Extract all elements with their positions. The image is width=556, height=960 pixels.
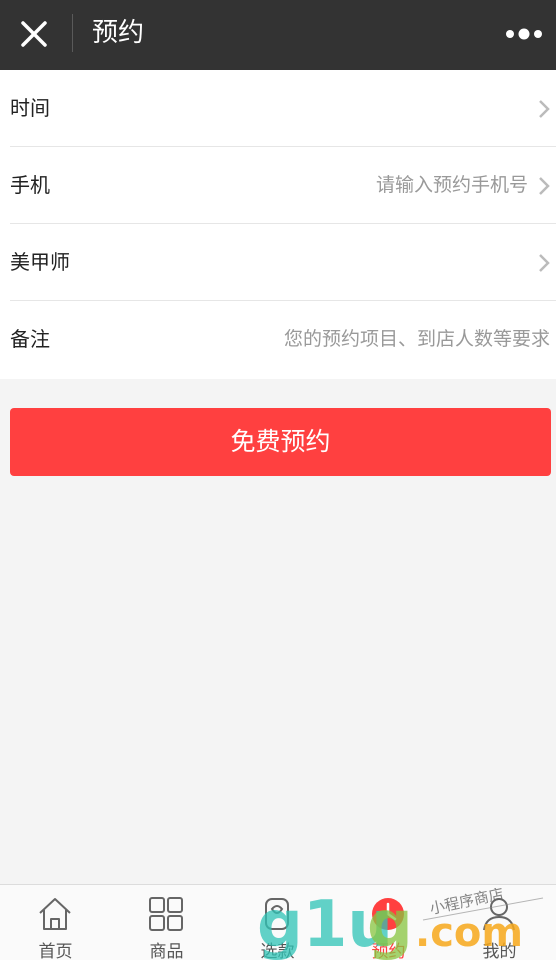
tab-label: 首页 — [38, 942, 73, 960]
note-input[interactable]: 您的预约项目、到店人数等要求 — [284, 301, 550, 377]
tab-booking[interactable]: 预约 — [333, 885, 444, 960]
close-button[interactable] — [14, 14, 54, 54]
tab-label: 预约 — [371, 942, 406, 960]
grid-icon — [149, 897, 183, 931]
tab-label: 商品 — [149, 942, 184, 960]
nav-divider — [72, 14, 73, 52]
chevron-right-icon — [539, 254, 550, 272]
time-row[interactable]: 时间 — [10, 70, 556, 147]
time-label: 时间 — [10, 96, 50, 120]
stylist-label: 美甲师 — [10, 250, 70, 274]
clock-icon — [372, 898, 404, 930]
tab-label: 我的 — [482, 942, 517, 960]
style-icon — [265, 898, 289, 930]
booking-form: 时间 手机 请输入预约手机号 美甲师 备注 您的预约项目、到店人数等要求 — [0, 70, 556, 379]
note-row[interactable]: 备注 您的预约项目、到店人数等要求 — [10, 301, 556, 378]
tab-mine[interactable]: 我的 — [444, 885, 555, 960]
close-icon — [21, 21, 47, 47]
tab-label: 选款 — [260, 942, 295, 960]
tab-home[interactable]: 首页 — [0, 885, 111, 960]
tab-style[interactable]: 选款 — [222, 885, 333, 960]
navbar: 预约 — [0, 0, 556, 70]
more-button[interactable] — [502, 18, 546, 50]
tab-products[interactable]: 商品 — [111, 885, 222, 960]
chevron-right-icon — [539, 100, 550, 118]
tab-bar: 首页 商品 选款 预约 我的 — [0, 884, 556, 960]
user-icon — [483, 898, 515, 931]
phone-label: 手机 — [10, 173, 50, 197]
phone-row[interactable]: 手机 请输入预约手机号 — [10, 147, 556, 224]
phone-input[interactable]: 请输入预约手机号 — [376, 147, 528, 223]
home-icon — [39, 898, 71, 930]
note-label: 备注 — [10, 327, 50, 351]
more-icon — [506, 28, 542, 40]
chevron-right-icon — [539, 177, 550, 195]
stylist-row[interactable]: 美甲师 — [10, 224, 556, 301]
free-booking-button[interactable]: 免费预约 — [10, 408, 551, 476]
page-title: 预约 — [92, 18, 145, 48]
